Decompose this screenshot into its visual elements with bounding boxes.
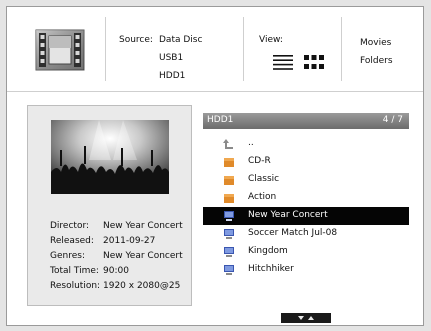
list-item[interactable]: Hitchhiker	[203, 261, 409, 279]
item-position-counter: 4 / 7	[382, 115, 403, 125]
divider	[341, 17, 342, 81]
list-item-selected[interactable]: New Year Concert	[203, 207, 409, 225]
folder-icon	[223, 174, 235, 186]
list-item-parent[interactable]: ..	[203, 135, 409, 153]
mode-folders[interactable]: Folders	[360, 56, 393, 74]
source-hdd1[interactable]: HDD1	[159, 71, 202, 89]
list-header: HDD1 4 / 7	[203, 113, 409, 129]
mode-movies[interactable]: Movies	[360, 38, 393, 56]
source-data-disc[interactable]: Data Disc	[159, 35, 202, 53]
view-switcher	[273, 55, 332, 73]
media-browser-window: Source: Data Disc USB1 HDD1 View: Movies…	[6, 6, 424, 326]
folder-icon	[223, 192, 235, 204]
metadata-row: Director: New Year Concert	[50, 221, 183, 231]
metadata-row: Genres: New Year Concert	[50, 251, 183, 261]
browse-mode-list: Movies Folders	[360, 38, 393, 74]
list-item[interactable]: Soccer Match Jul-08	[203, 225, 409, 243]
divider	[105, 17, 106, 81]
metadata-row: Resolution: 1920 x 2080@25	[50, 281, 181, 291]
concert-poster-image	[51, 120, 169, 194]
movie-metadata: Director: New Year Concert Released: 2011-…	[50, 221, 183, 296]
list-item[interactable]: Kingdom	[203, 243, 409, 261]
video-file-icon	[223, 210, 235, 222]
current-path: HDD1	[207, 115, 234, 125]
back-arrow-icon	[223, 138, 235, 150]
folder-icon	[223, 156, 235, 168]
file-list: .. CD-R Classic Action New Year Concert …	[203, 135, 409, 279]
video-file-icon	[223, 228, 235, 240]
source-label: Source:	[119, 35, 153, 45]
list-item[interactable]: Classic	[203, 171, 409, 189]
list-item[interactable]: CD-R	[203, 153, 409, 171]
scroll-down-button[interactable]	[281, 313, 331, 323]
source-list: Data Disc USB1 HDD1	[159, 35, 202, 89]
scroll-arrows-icon	[298, 316, 314, 320]
info-panel: Director: New Year Concert Released: 2011-…	[27, 105, 192, 306]
list-view-icon[interactable]	[273, 55, 293, 73]
view-label: View:	[259, 35, 283, 45]
top-bar: Source: Data Disc USB1 HDD1 View: Movies…	[7, 7, 423, 92]
metadata-row: Released: 2011-09-27	[50, 236, 156, 246]
video-file-icon	[223, 246, 235, 258]
divider	[243, 17, 244, 81]
source-usb1[interactable]: USB1	[159, 53, 202, 71]
grid-view-icon[interactable]	[303, 55, 324, 73]
video-file-icon	[223, 264, 235, 276]
movie-film-icon	[23, 25, 97, 75]
list-item[interactable]: Action	[203, 189, 409, 207]
metadata-row: Total Time: 90:00	[50, 266, 129, 276]
